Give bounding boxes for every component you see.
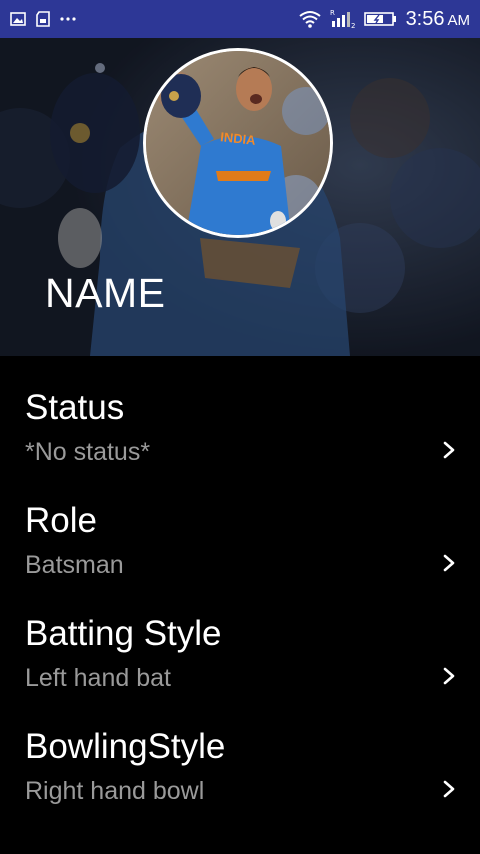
avatar[interactable]: INDIA [143, 48, 333, 238]
avatar-image: INDIA [146, 51, 330, 235]
item-value: Batsman [25, 551, 124, 579]
wifi-icon [298, 10, 322, 28]
item-value: *No status* [25, 438, 151, 466]
svg-text:R: R [330, 9, 335, 17]
profile-detail-list: Status *No status* Role Batsman Batting … [0, 356, 480, 808]
signal-icon: R 2 [330, 9, 356, 29]
status-bar-left [10, 11, 76, 27]
chevron-right-icon [443, 667, 455, 685]
svg-text:2: 2 [351, 22, 355, 29]
list-item-role[interactable]: Role Batsman [0, 469, 480, 582]
item-title: Status [25, 388, 125, 427]
chevron-right-icon [443, 780, 455, 798]
list-item-status[interactable]: Status *No status* [0, 356, 480, 469]
clock: 3:56 AM [406, 8, 470, 31]
item-value: Right hand bowl [25, 777, 205, 805]
list-item-batting-style[interactable]: Batting Style Left hand bat [0, 582, 480, 695]
status-bar-right: R 2 3:56 AM [298, 8, 470, 31]
chevron-right-icon [443, 554, 455, 572]
item-title: Role [25, 501, 97, 540]
list-item-bowling-style[interactable]: BowlingStyle Right hand bowl [0, 695, 480, 808]
status-bar: R 2 3:56 AM [0, 0, 480, 38]
profile-header: INDIA NAME [0, 38, 480, 356]
item-value: Left hand bat [25, 664, 171, 692]
clock-ampm: AM [447, 11, 471, 29]
item-title: BowlingStyle [25, 727, 226, 766]
sd-card-icon [36, 11, 50, 27]
chevron-right-icon [443, 441, 455, 459]
image-icon [10, 12, 26, 26]
battery-icon [363, 11, 398, 27]
item-title: Batting Style [25, 614, 222, 653]
clock-time: 3:56 [405, 7, 445, 30]
more-dots-icon [60, 16, 76, 22]
profile-name: NAME [45, 270, 166, 316]
